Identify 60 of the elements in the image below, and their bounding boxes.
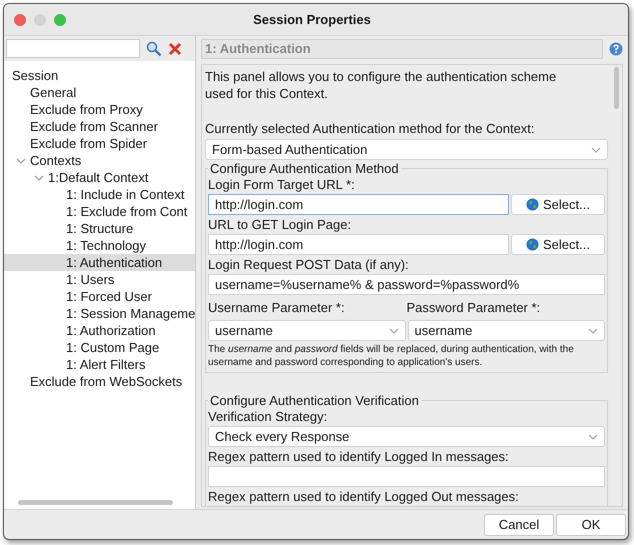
select-button[interactable]: Select... — [511, 194, 605, 215]
url-input-field[interactable]: http://login.com — [208, 234, 509, 255]
tree-item[interactable]: 1: Exclude from Cont — [4, 203, 195, 220]
tree-item[interactable]: 1: Forced User — [4, 288, 195, 305]
zoom-window-icon[interactable] — [54, 14, 66, 26]
dialog-button[interactable]: Cancel — [484, 514, 554, 536]
url-input-field[interactable]: http://login.com — [208, 194, 509, 215]
field-label: Login Form Target URL *: — [208, 176, 356, 193]
tree-item[interactable]: Session — [4, 67, 195, 84]
field-label: Username Parameter *: — [208, 300, 345, 315]
tree-item[interactable]: Exclude from Scanner — [4, 118, 195, 135]
tree-item[interactable]: 1: Structure — [4, 220, 195, 237]
dropdown-caret-icon — [588, 434, 598, 440]
tree-item[interactable]: 1: Custom Page — [4, 339, 195, 356]
tree-item[interactable]: 1: Authentication — [4, 254, 195, 271]
tree-item[interactable]: 1: Session Manageme — [4, 305, 195, 322]
dropdown-caret-icon — [591, 146, 601, 152]
field-label: Login Request POST Data (if any): — [208, 256, 410, 273]
close-window-icon[interactable] — [14, 14, 26, 26]
tree-item[interactable]: 1: Users — [4, 271, 195, 288]
vertical-scrollbar[interactable] — [614, 67, 619, 109]
tree-item[interactable]: 1: Technology — [4, 237, 195, 254]
tree-item[interactable]: 1: Alert Filters — [4, 356, 195, 373]
dropdown[interactable]: username — [208, 320, 406, 341]
dropdown[interactable]: username — [408, 320, 605, 341]
help-note: The username and password fields will be replaced, during authentication, with the username and password corresponding to application's users. — [208, 343, 575, 369]
field-label: Regex pattern used to identify Logged In messages: — [208, 448, 510, 465]
tree-item[interactable]: 1: Include in Context — [4, 186, 195, 203]
tree-item[interactable]: 1:Default Context — [4, 169, 195, 186]
window-title: Session Properties — [253, 10, 371, 29]
dialog-button[interactable]: OK — [556, 514, 626, 536]
tree-item[interactable]: Exclude from WebSockets — [4, 373, 195, 390]
help-icon[interactable] — [609, 42, 623, 56]
field-label: URL to GET Login Page: — [208, 216, 352, 233]
dropdown[interactable]: Form-based Authentication — [205, 139, 608, 160]
method-label: Currently selected Authentication method for the Context: — [205, 120, 536, 137]
tree-item[interactable]: 1: Authorization — [4, 322, 195, 339]
chevron-icon[interactable] — [34, 172, 44, 182]
search-icon[interactable] — [146, 40, 162, 56]
field-label: Verification Strategy: — [208, 408, 328, 425]
field-label: Regex pattern used to identify Logged Out messages: — [208, 488, 520, 505]
search-field[interactable] — [6, 39, 140, 58]
chevron-icon[interactable] — [16, 156, 26, 166]
tree-item[interactable]: Contexts — [4, 152, 195, 169]
tree-item[interactable]: General — [4, 84, 195, 101]
horizontal-scrollbar[interactable] — [18, 500, 173, 504]
globe-icon — [526, 198, 540, 211]
dropdown-caret-icon — [588, 328, 598, 334]
text-input-field[interactable]: username=%username% & password=%password% — [208, 274, 605, 295]
select-button[interactable]: Select... — [511, 234, 605, 255]
dropdown[interactable]: Check every Response — [208, 426, 605, 447]
text-input-field[interactable] — [208, 466, 605, 487]
dropdown-caret-icon — [388, 328, 398, 334]
globe-icon — [526, 238, 540, 251]
field-label: Password Parameter *: — [406, 300, 540, 315]
tree-item[interactable]: Exclude from Spider — [4, 135, 195, 152]
panel-title: 1: Authentication — [201, 39, 603, 59]
clear-icon[interactable] — [168, 42, 182, 56]
tree-item[interactable]: Exclude from Proxy — [4, 101, 195, 118]
panel-description: This panel allows you to configure the authentication scheme used for this Context. — [205, 68, 558, 102]
